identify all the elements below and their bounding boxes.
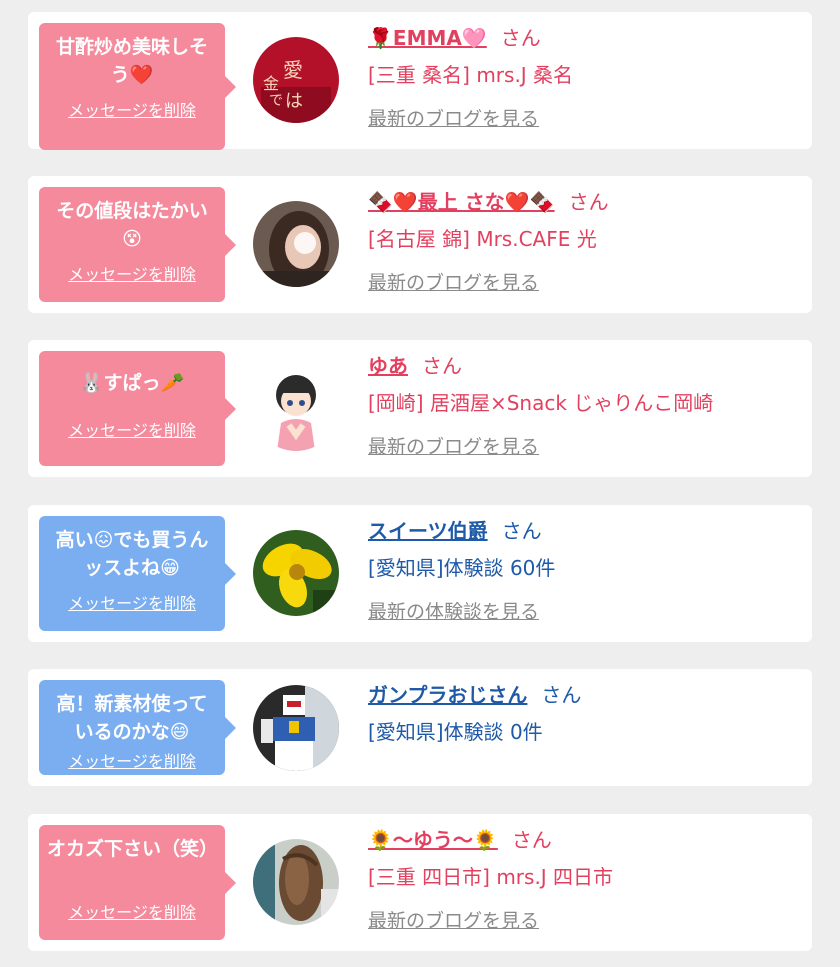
friend-info: 🌹EMMA🩷 さん [三重 桑名] mrs.J 桑名 最新のブログを見る: [368, 22, 802, 131]
message-bubble: オカズ下さい（笑） メッセージを削除: [39, 825, 236, 940]
svg-text:で: で: [269, 93, 283, 109]
friend-card: オカズ下さい（笑） メッセージを削除 🌻〜ゆう〜🌻 さん [三重 四日市] mrs…: [28, 814, 812, 951]
shop-info: [名古屋 錦] Mrs.CAFE 光: [368, 227, 597, 251]
friend-info: 🌻〜ゆう〜🌻 さん [三重 四日市] mrs.J 四日市 最新のブログを見る: [368, 824, 802, 933]
honorific: さん: [500, 26, 541, 50]
avatar[interactable]: [253, 685, 339, 771]
honorific: さん: [568, 190, 609, 214]
friend-message-list: 甘酢炒め美味しそう❤️ メッセージを削除 愛 金 は で 🌹EMMA🩷 さん [三…: [0, 0, 840, 967]
friend-name-link[interactable]: 🍫❤️最上 さな❤️🍫: [368, 190, 555, 214]
friend-info: ゆあ さん [岡崎] 居酒屋×Snack じゃりんこ岡崎 最新のブログを見る: [368, 350, 802, 459]
message-text: その値段はたかい😵: [56, 200, 208, 250]
honorific: さん: [511, 828, 552, 852]
shop-info: [三重 四日市] mrs.J 四日市: [368, 865, 614, 889]
avatar[interactable]: [253, 201, 339, 287]
delete-message-link[interactable]: メッセージを削除: [68, 261, 196, 285]
message-bubble: 甘酢炒め美味しそう❤️ メッセージを削除: [39, 23, 236, 150]
message-bubble: 🐰すぱっ🥕 メッセージを削除: [39, 351, 236, 466]
delete-message-link[interactable]: メッセージを削除: [68, 590, 196, 614]
avatar[interactable]: [253, 530, 339, 616]
latest-blog-link[interactable]: 最新のブログを見る: [368, 268, 539, 295]
friend-info: スイーツ伯爵 さん [愛知県]体験談 60件 最新の体験談を見る: [368, 515, 802, 624]
delete-message-link[interactable]: メッセージを削除: [68, 899, 196, 923]
message-bubble: その値段はたかい😵 メッセージを削除: [39, 187, 236, 302]
message-text: 甘酢炒め美味しそう❤️: [55, 36, 208, 86]
latest-blog-link[interactable]: 最新のブログを見る: [368, 432, 539, 459]
shop-info: [岡崎] 居酒屋×Snack じゃりんこ岡崎: [368, 391, 714, 415]
message-text: 高！新素材使っているのかな😄: [56, 693, 208, 743]
friend-name-link[interactable]: ガンプラおじさん: [368, 683, 527, 707]
avatar-image: [253, 685, 339, 771]
avatar-image: [253, 839, 339, 925]
svg-text:愛: 愛: [283, 58, 303, 82]
message-bubble: 高！新素材使っているのかな😄 メッセージを削除: [39, 680, 236, 775]
svg-text:は: は: [285, 91, 303, 112]
friend-name-link[interactable]: ゆあ: [368, 354, 408, 378]
avatar-image: [253, 365, 339, 451]
latest-blog-link[interactable]: 最新のブログを見る: [368, 906, 539, 933]
shop-info: [愛知県]体験談 60件: [368, 556, 556, 580]
friend-card: その値段はたかい😵 メッセージを削除 🍫❤️最上 さな❤️🍫 さん [名古屋 錦]…: [28, 176, 812, 313]
delete-message-link[interactable]: メッセージを削除: [68, 748, 196, 772]
latest-blog-link[interactable]: 最新のブログを見る: [368, 104, 539, 131]
message-bubble: 高い😖でも買うんッスよね😁 メッセージを削除: [39, 516, 236, 631]
message-text: オカズ下さい（笑）: [47, 838, 219, 860]
delete-message-link[interactable]: メッセージを削除: [68, 417, 196, 441]
avatar[interactable]: 愛 金 は で: [253, 37, 339, 123]
latest-review-link[interactable]: 最新の体験談を見る: [368, 597, 539, 624]
avatar[interactable]: [253, 365, 339, 451]
shop-info: [愛知県]体験談 0件: [368, 720, 543, 744]
friend-card: 高い😖でも買うんッスよね😁 メッセージを削除 スイーツ伯爵 さん [愛知県]体験談…: [28, 505, 812, 642]
friend-name-link[interactable]: 🌻〜ゆう〜🌻: [368, 828, 498, 852]
avatar-image: [253, 530, 339, 616]
friend-name-link[interactable]: スイーツ伯爵: [368, 519, 488, 543]
friend-info: 🍫❤️最上 さな❤️🍫 さん [名古屋 錦] Mrs.CAFE 光 最新のブログを…: [368, 186, 802, 295]
friend-card: 高！新素材使っているのかな😄 メッセージを削除 ガンプラおじさん さん [愛知県]…: [28, 669, 812, 786]
shop-info: [三重 桑名] mrs.J 桑名: [368, 63, 574, 87]
svg-text:金: 金: [263, 74, 279, 93]
honorific: さん: [501, 519, 542, 543]
honorific: さん: [422, 354, 462, 378]
friend-card: 🐰すぱっ🥕 メッセージを削除 ゆあ さん [岡崎] 居酒屋×Snack じゃりんこ…: [28, 340, 812, 477]
message-text: 高い😖でも買うんッスよね😁: [55, 529, 209, 579]
friend-info: ガンプラおじさん さん [愛知県]体験談 0件: [368, 679, 802, 749]
delete-message-link[interactable]: メッセージを削除: [68, 97, 196, 121]
avatar[interactable]: [253, 839, 339, 925]
honorific: さん: [541, 683, 582, 707]
friend-card: 甘酢炒め美味しそう❤️ メッセージを削除 愛 金 は で 🌹EMMA🩷 さん [三…: [28, 12, 812, 150]
message-text: 🐰すぱっ🥕: [79, 372, 185, 394]
avatar-image: [253, 201, 339, 287]
friend-name-link[interactable]: 🌹EMMA🩷: [368, 26, 487, 50]
avatar-image: 愛 金 は で: [253, 37, 339, 123]
